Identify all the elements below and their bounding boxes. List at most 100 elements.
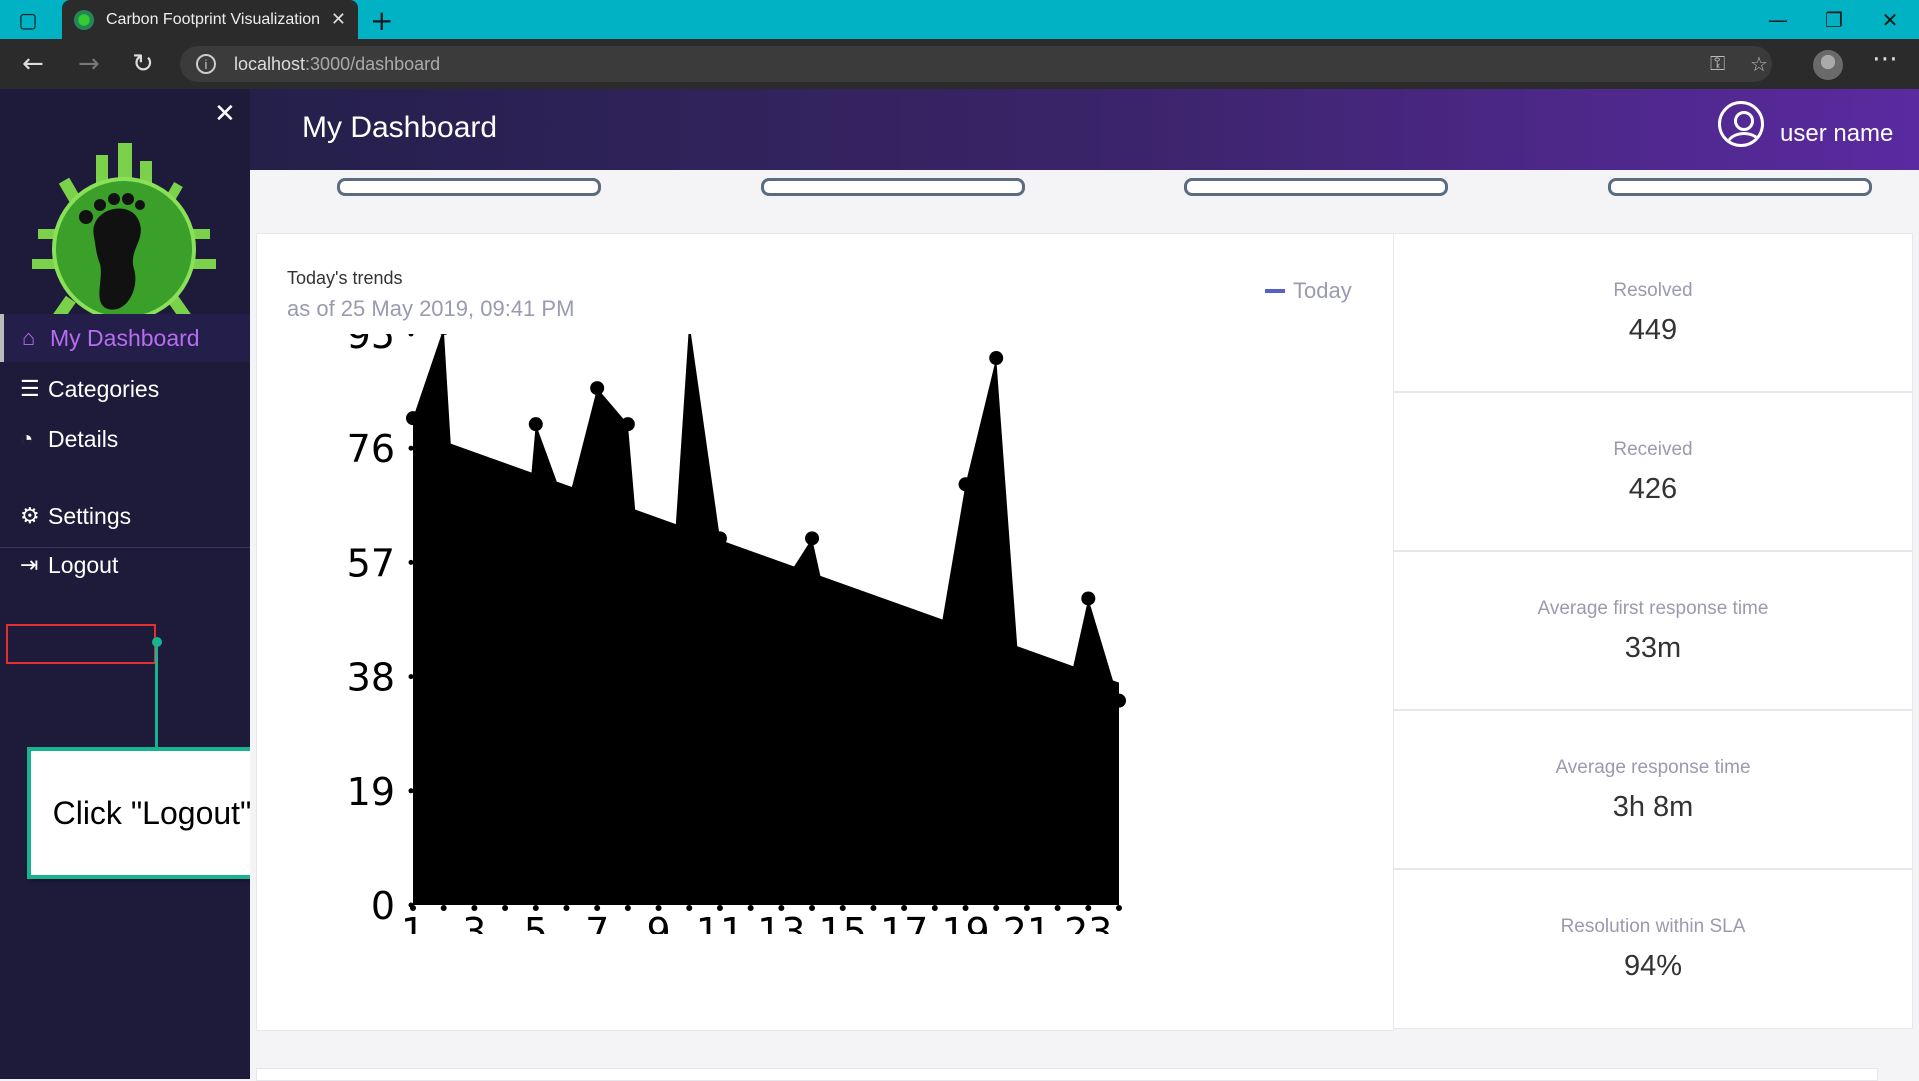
- data-point: [559, 501, 574, 516]
- callout-connector-line: [155, 642, 158, 750]
- forward-icon[interactable]: →: [78, 49, 100, 79]
- y-tick-label: 57: [347, 541, 395, 585]
- summary-tab-4[interactable]: [1608, 178, 1872, 196]
- data-point: [620, 417, 635, 432]
- x-tick-label: 17: [880, 910, 928, 934]
- new-tab-icon[interactable]: +: [370, 4, 393, 37]
- stats-panel: Resolved 449 Received 426 Average first …: [1393, 233, 1913, 1029]
- x-tick-label: 13: [757, 910, 805, 934]
- profile-avatar[interactable]: [1813, 50, 1843, 80]
- stat-received: Received 426: [1393, 392, 1913, 551]
- sidebar-item-label: My Dashboard: [50, 324, 200, 351]
- y-tick-label: 76: [347, 427, 395, 471]
- x-tick-label: 9: [646, 910, 670, 934]
- restore-icon[interactable]: ❐: [1806, 0, 1862, 39]
- data-point: [805, 531, 820, 546]
- site-favicon-icon: [74, 9, 94, 30]
- next-card-edge: [256, 1068, 1878, 1081]
- sidebar-item-details[interactable]: ◔ Details: [0, 415, 250, 463]
- key-icon[interactable]: ⚿: [1710, 53, 1725, 76]
- sign-out-icon: ⇥: [20, 552, 39, 577]
- y-tick-mark: [408, 334, 414, 337]
- x-tick-mark: [471, 905, 478, 911]
- reload-icon[interactable]: ↻: [132, 49, 154, 79]
- stat-label: Received: [1613, 439, 1693, 460]
- logout-highlight-box: [6, 624, 156, 664]
- data-point: [989, 351, 1004, 366]
- browser-tab[interactable]: Carbon Footprint Visualization ✕: [62, 0, 358, 39]
- data-point: [590, 381, 605, 396]
- stat-value: 94%: [1623, 950, 1683, 982]
- data-point: [866, 813, 881, 828]
- site-info-icon[interactable]: i: [196, 54, 216, 74]
- sidebar-item-logout[interactable]: ⇥ Logout: [0, 541, 250, 589]
- address-bar[interactable]: i localhost:3000/dashboard ⚿ ☆: [180, 46, 1772, 82]
- back-icon[interactable]: ←: [22, 49, 44, 79]
- stat-label: Resolved: [1613, 280, 1693, 301]
- x-tick-mark: [809, 905, 816, 911]
- sidebar-item-my-dashboard[interactable]: ⌂ My Dashboard: [0, 314, 254, 362]
- stat-avg-response: Average response time 3h 8m: [1393, 710, 1913, 869]
- data-point: [1081, 591, 1096, 606]
- y-tick-mark: [408, 445, 414, 451]
- x-tick-mark: [778, 905, 785, 911]
- x-tick-label: 21: [1003, 910, 1051, 934]
- legend-label: Today: [1293, 278, 1352, 303]
- legend-swatch: [1265, 289, 1285, 293]
- x-tick-mark: [839, 905, 846, 911]
- x-tick-mark: [931, 905, 938, 911]
- tab-actions-icon[interactable]: ▢: [0, 0, 56, 39]
- x-tick-mark: [1054, 905, 1061, 911]
- favorites-icon[interactable]: ☆: [1750, 52, 1768, 77]
- x-tick-mark: [410, 905, 416, 911]
- close-sidebar-icon[interactable]: ✕: [214, 99, 236, 129]
- close-tab-icon[interactable]: ✕: [331, 9, 346, 30]
- url-host: localhost: [234, 53, 306, 74]
- sidebar-item-label: Logout: [48, 551, 119, 578]
- url-path: :3000/dashboard: [305, 53, 441, 74]
- stat-label: Average first response time: [1537, 598, 1769, 619]
- summary-tab-1[interactable]: [337, 178, 601, 196]
- data-point: [1019, 771, 1034, 786]
- data-point: [406, 411, 420, 426]
- summary-tab-2[interactable]: [761, 178, 1025, 196]
- data-point: [498, 765, 513, 780]
- x-tick-mark: [440, 905, 447, 911]
- more-options-icon[interactable]: ⋯: [1872, 44, 1898, 74]
- stat-value: 3h 8m: [1612, 791, 1694, 823]
- data-point: [1112, 693, 1126, 708]
- data-point: [958, 477, 973, 492]
- stat-value: 426: [1628, 473, 1678, 505]
- trends-subtitle: as of 25 May 2019, 09:41 PM: [287, 296, 575, 321]
- y-tick-mark: [408, 674, 414, 680]
- data-point: [927, 657, 942, 672]
- x-tick-label: 3: [462, 910, 486, 934]
- x-tick-mark: [624, 905, 631, 911]
- x-tick-mark: [655, 905, 662, 911]
- summary-tab-3[interactable]: [1184, 178, 1448, 196]
- x-tick-label: 1: [401, 910, 425, 934]
- data-point: [712, 531, 727, 546]
- stat-resolved: Resolved 449: [1393, 233, 1913, 392]
- user-name[interactable]: user name: [1780, 120, 1893, 148]
- tab-title: Carbon Footprint Visualization: [106, 10, 321, 28]
- x-tick-mark: [594, 905, 601, 911]
- stat-label: Average response time: [1555, 757, 1751, 778]
- sidebar: ✕ ⌂ My Dashboard ☰ Categories ◔ Details …: [0, 89, 254, 1079]
- chart-legend[interactable]: Today: [1265, 278, 1352, 304]
- page-title: My Dashboard: [302, 111, 498, 144]
- sidebar-item-categories[interactable]: ☰ Categories: [0, 365, 250, 413]
- x-tick-mark: [901, 905, 908, 911]
- y-tick-label: 19: [347, 770, 395, 814]
- x-tick-mark: [993, 905, 1000, 911]
- sidebar-item-settings[interactable]: ⚙ Settings: [0, 492, 250, 540]
- stat-resolution-sla: Resolution within SLA 94%: [1393, 869, 1913, 1029]
- minimize-icon[interactable]: —: [1750, 0, 1806, 39]
- app-header: My Dashboard user name: [250, 89, 1919, 170]
- gears-icon: ⚙: [20, 503, 40, 528]
- x-tick-label: 5: [524, 910, 548, 934]
- list-icon: ☰: [20, 376, 40, 401]
- user-avatar-icon[interactable]: [1718, 101, 1764, 147]
- sidebar-item-label: Settings: [48, 502, 132, 529]
- close-window-icon[interactable]: ✕: [1862, 0, 1918, 39]
